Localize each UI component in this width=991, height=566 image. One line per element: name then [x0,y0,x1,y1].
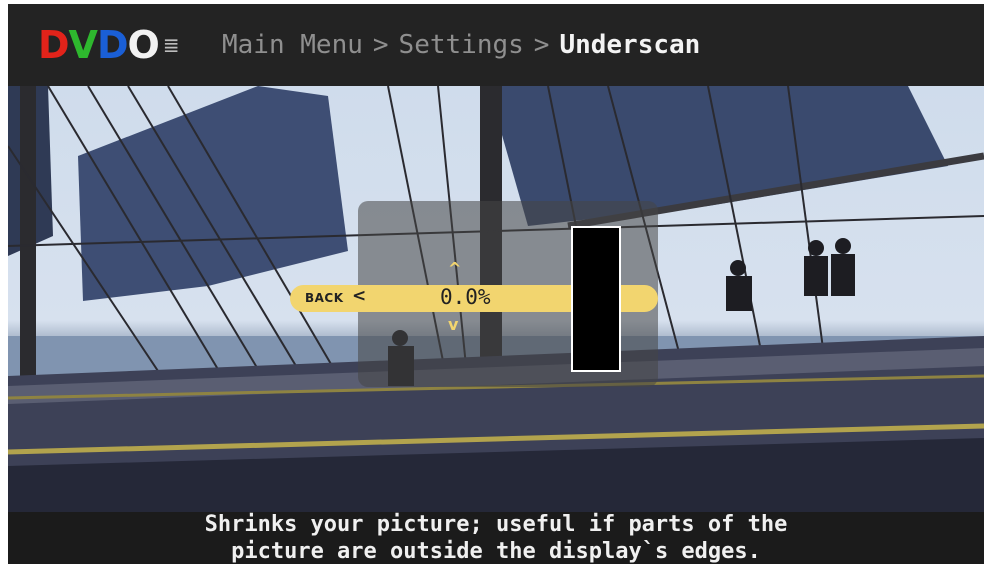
logo-letter: D [96,23,129,67]
breadcrumb-main-menu[interactable]: Main Menu [222,30,363,60]
equalizer-icon: ≣ [162,33,180,57]
underscan-preview-box [571,226,621,372]
breadcrumb-separator: > [533,30,550,60]
help-text-line: Shrinks your picture; useful if parts of… [204,512,788,537]
breadcrumb-settings[interactable]: Settings [399,30,524,60]
help-text: Shrinks your picture; useful if parts of… [8,512,984,564]
breadcrumb-separator: > [372,30,389,60]
dvdo-logo: D V D O ≣ [38,23,180,67]
osd-screen: D V D O ≣ Main Menu > Settings > Underscan [8,4,984,564]
chevron-down-icon[interactable]: v [448,315,458,334]
chevron-left-icon[interactable]: < [352,286,366,306]
logo-letter: O [127,23,160,67]
header-bar: D V D O ≣ Main Menu > Settings > Underscan [8,4,984,86]
back-button[interactable]: BACK [305,291,344,305]
breadcrumb: Main Menu > Settings > Underscan [222,30,700,60]
logo-letter: V [68,23,98,67]
help-text-line: picture are outside the display`s edges. [231,539,761,564]
breadcrumb-underscan: Underscan [559,30,701,60]
video-background: BACK < 0.0% ^ v [8,86,984,512]
underscan-value: 0.0% [440,285,491,309]
chevron-up-icon[interactable]: ^ [448,259,461,278]
logo-letter: D [38,23,70,67]
